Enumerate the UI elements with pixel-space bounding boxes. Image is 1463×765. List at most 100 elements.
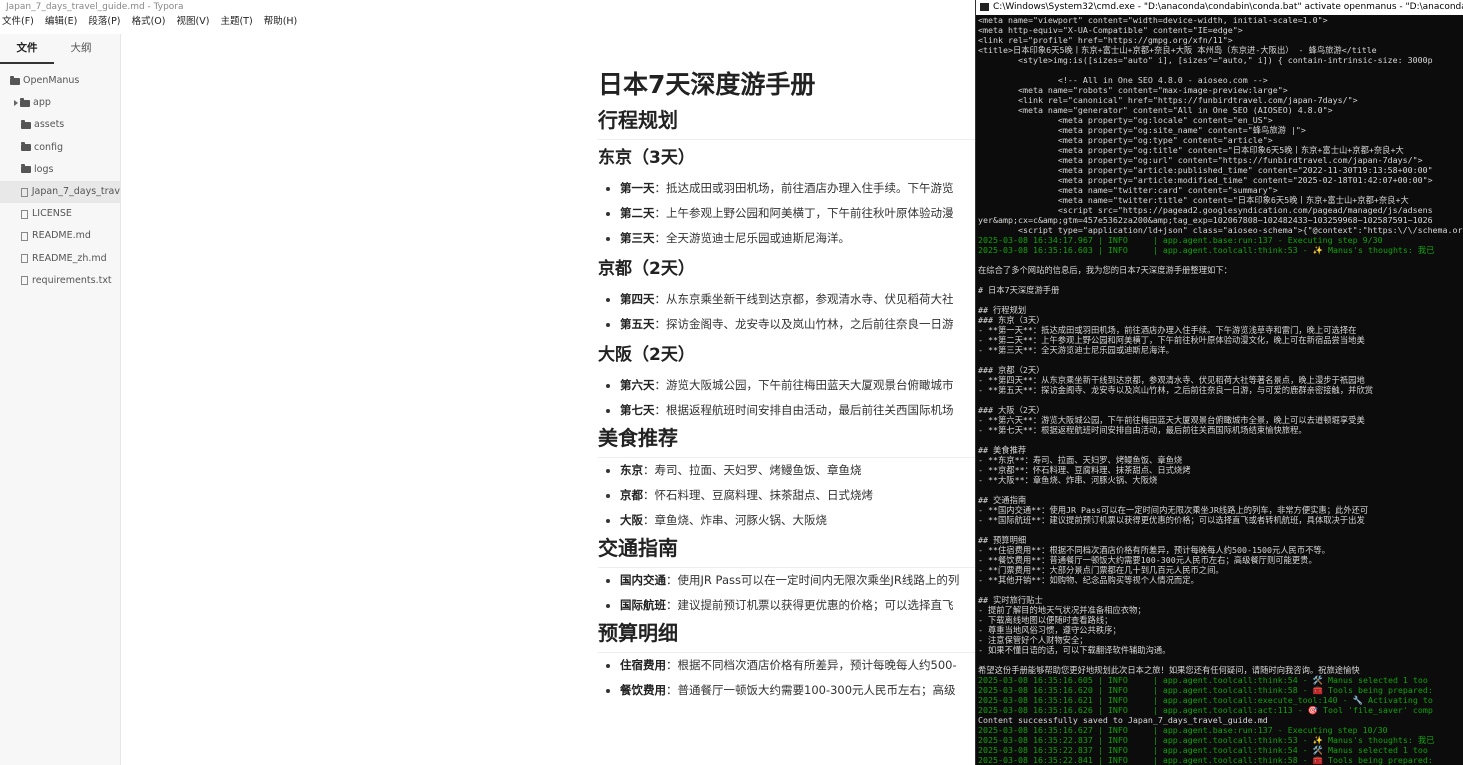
console-line: <meta name="robots" content="max-image-p… bbox=[978, 85, 1288, 95]
item-key: 第四天 bbox=[620, 292, 655, 306]
item-text: ：怀石料理、豆腐料理、抹茶甜点、日式烧烤 bbox=[643, 488, 873, 502]
tree-item[interactable]: LICENSE bbox=[0, 203, 120, 225]
folder-icon bbox=[10, 75, 20, 85]
console-line: 2025-03-08 16:35:16.605 | INFO | app.age… bbox=[978, 675, 1428, 685]
console-line: 2025-03-08 16:35:16.620 | INFO | app.age… bbox=[978, 685, 1433, 695]
tree-item-label: README_zh.md bbox=[32, 252, 107, 264]
tree-item[interactable]: OpenManus bbox=[0, 70, 120, 92]
chevron-right-icon[interactable] bbox=[14, 100, 18, 107]
tree-item-label: logs bbox=[34, 163, 54, 175]
console-line: <meta property="og:type" content="articl… bbox=[978, 135, 1273, 145]
console-line: ### 京都（2天） bbox=[978, 365, 1045, 375]
item-text: ：游览大阪城公园，下午前往梅田蓝天大厦观景台俯瞰城市 bbox=[654, 378, 954, 392]
console-line: - **第五天**：探访金阁寺、龙安寺以及岚山竹林，之后前往奈良一日游，与可爱的… bbox=[978, 385, 1374, 395]
cmd-console-window[interactable]: C:\Windows\System32\cmd.exe - "D:\anacon… bbox=[975, 0, 1463, 765]
item-text: ：探访金阁寺、龙安寺以及岚山竹林，之后前往奈良一日游 bbox=[654, 317, 954, 331]
folder-icon bbox=[21, 142, 31, 152]
tree-item[interactable]: assets bbox=[0, 114, 120, 136]
tree-item-label: LICENSE bbox=[32, 208, 72, 220]
console-line: <!-- All in One SEO 4.8.0 - aioseo.com -… bbox=[978, 75, 1268, 85]
sidebar-tabs: 文件 大纲 bbox=[0, 34, 120, 64]
item-text: ：全天游览迪士尼乐园或迪斯尼海洋。 bbox=[654, 231, 851, 245]
file-icon bbox=[21, 254, 28, 264]
console-line: - **第三天**：全天游览迪士尼乐园或迪斯尼海洋。 bbox=[978, 345, 1174, 355]
item-key: 第七天 bbox=[620, 403, 655, 417]
console-line: 希望这份手册能够帮助您更好地规划此次日本之旅！如果您还有任何疑问，请随时向我咨询… bbox=[978, 665, 1360, 675]
tree-item[interactable]: README_zh.md bbox=[0, 248, 120, 270]
console-line: ## 美食推荐 bbox=[978, 445, 1027, 455]
console-line: 2025-03-08 16:35:22.841 | INFO | app.age… bbox=[978, 755, 1433, 765]
console-line: <style>img:is([sizes="auto" i], [sizes^=… bbox=[978, 55, 1433, 65]
menu-paragraph[interactable]: 段落(P) bbox=[88, 16, 120, 27]
console-line: <meta name="generator" content="All in O… bbox=[978, 105, 1333, 115]
console-line: <meta property="og:locale" content="en_U… bbox=[978, 115, 1273, 125]
item-key: 第二天 bbox=[620, 206, 655, 220]
console-line: - 如果不懂日语的话，可以下载翻译软件辅助沟通。 bbox=[978, 645, 1171, 655]
menu-edit[interactable]: 编辑(E) bbox=[45, 16, 77, 27]
item-key: 东京 bbox=[620, 463, 643, 477]
console-line: - **国内交通**：使用JR Pass可以在一定时间内无限次乘坐JR线路上的列… bbox=[978, 505, 1369, 515]
console-line: - **其他开销**：如购物、纪念品购买等视个人情况而定。 bbox=[978, 575, 1199, 585]
console-line: - **第四天**：从东京乘坐新干线到达京都，参观清水寺、伏见稻荷大社等著名景点… bbox=[978, 375, 1365, 385]
console-line: - **住宿费用**：根据不同档次酒店价格有所差异，预计每晚每人约500-150… bbox=[978, 545, 1331, 555]
tree-item[interactable]: README.md bbox=[0, 225, 120, 247]
console-line: <title>日本印象6天5晚丨东京+富士山+京都+奈良+大阪 本州岛（东京进-… bbox=[978, 45, 1377, 55]
console-line: - 注意保管好个人财物安全； bbox=[978, 635, 1088, 645]
console-line: 2025-03-08 16:35:16.626 | INFO | app.age… bbox=[978, 705, 1433, 715]
console-line: <link rel="canonical" href="https://funb… bbox=[978, 95, 1358, 105]
file-tree: OpenManus app assets config logs Japan_7_days… bbox=[0, 70, 120, 292]
menu-theme[interactable]: 主题(T) bbox=[220, 16, 252, 27]
console-title: C:\Windows\System32\cmd.exe - "D:\anacon… bbox=[993, 2, 1463, 12]
console-line: <meta property="og:site_name" content="蜂… bbox=[978, 125, 1306, 135]
console-line: ## 行程规划 bbox=[978, 305, 1027, 315]
console-line: <meta property="og:url" content="https:/… bbox=[978, 155, 1423, 165]
console-line: ## 实时旅行贴士 bbox=[978, 595, 1043, 605]
console-line: 2025-03-08 16:34:17.967 | INFO | app.age… bbox=[978, 235, 1383, 245]
console-line: yer&amp;cx=c&amp;gtm=457e5362za200&amp;t… bbox=[978, 215, 1433, 225]
console-line: 2025-03-08 16:35:16.603 | INFO | app.age… bbox=[978, 245, 1435, 255]
tree-item[interactable]: app bbox=[0, 92, 120, 114]
console-line: <meta property="article:published_time" … bbox=[978, 165, 1433, 175]
console-line: 2025-03-08 16:35:16.627 | INFO | app.age… bbox=[978, 725, 1388, 735]
console-line: ### 东京（3天） bbox=[978, 315, 1045, 325]
console-line: - **国际航班**：建议提前预订机票以获得更优惠的价格；可以选择直飞或者转机航… bbox=[978, 515, 1365, 525]
tree-item[interactable]: logs bbox=[0, 159, 120, 181]
console-line: Content successfully saved to Japan_7_da… bbox=[978, 715, 1268, 725]
console-line: - **东京**：寿司、拉面、天妇罗、烤鳗鱼饭、章鱼烧 bbox=[978, 455, 1183, 465]
tree-item[interactable]: config bbox=[0, 137, 120, 159]
file-icon bbox=[21, 231, 28, 241]
item-key: 大阪 bbox=[620, 513, 643, 527]
menu-file[interactable]: 文件(F) bbox=[2, 16, 34, 27]
console-line: - **京都**：怀石料理、豆腐料理、抹茶甜点、日式烧烤 bbox=[978, 465, 1191, 475]
console-line: <script type="application/ld+json" class… bbox=[1017, 225, 1463, 235]
console-line: <meta property="og:title" content="日本印象6… bbox=[978, 145, 1404, 155]
item-text: ：根据不同档次酒店价格有所差异，预计每晚每人约500- bbox=[666, 658, 957, 672]
item-text: ：寿司、拉面、天妇罗、烤鳗鱼饭、章鱼烧 bbox=[643, 463, 862, 477]
tree-item[interactable]: requirements.txt bbox=[0, 270, 120, 292]
console-line: 2025-03-08 16:35:22.837 | INFO | app.age… bbox=[978, 735, 1435, 745]
console-line: 在综合了多个网站的信息后，我为您的日本7天深度游手册整理如下： bbox=[978, 265, 1232, 275]
tree-item[interactable]: Japan_7_days_trav bbox=[0, 180, 120, 204]
console-line: - **餐饮费用**：普通餐厅一顿饭大约需要100-300元人民币左右；高级餐厅… bbox=[978, 555, 1317, 565]
console-line: - **第二天**：上午参观上野公园和阿美横丁，下午前往秋叶原体验动漫文化，晚上… bbox=[978, 335, 1365, 345]
item-key: 京都 bbox=[620, 488, 643, 502]
item-key: 第六天 bbox=[620, 378, 655, 392]
file-icon bbox=[21, 187, 28, 197]
tab-outline[interactable]: 大纲 bbox=[54, 34, 108, 64]
file-icon bbox=[21, 276, 28, 286]
menu-format[interactable]: 格式(O) bbox=[132, 16, 166, 27]
tree-item-label: OpenManus bbox=[23, 75, 80, 86]
menu-help[interactable]: 帮助(H) bbox=[264, 16, 298, 27]
menu-view[interactable]: 视图(V) bbox=[176, 16, 209, 27]
tab-files[interactable]: 文件 bbox=[0, 34, 54, 64]
tree-item-label: requirements.txt bbox=[32, 274, 112, 286]
item-key: 第五天 bbox=[620, 317, 655, 331]
cmd-icon bbox=[980, 2, 989, 11]
